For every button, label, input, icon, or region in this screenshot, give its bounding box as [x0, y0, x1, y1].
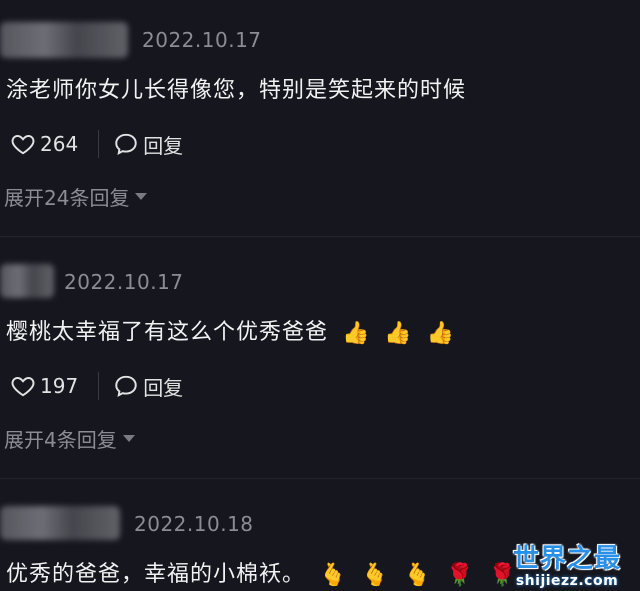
caret-down-icon — [135, 193, 148, 200]
watermark-title: 世界之最 — [512, 544, 621, 574]
like-count: 197 — [40, 374, 79, 398]
like-button[interactable]: 264 — [10, 131, 78, 157]
action-divider — [98, 372, 100, 400]
comment-header: 2022.10.17 — [0, 20, 640, 60]
reply-button[interactable]: 回复 — [113, 130, 183, 159]
site-watermark: 世界之最 shijiezz.com — [502, 538, 632, 589]
comment-actions: 264 回复 — [10, 124, 410, 164]
comment-text-body: 涂老师你女儿长得像您，特别是笑起来的时候 — [6, 78, 467, 103]
expand-replies-label: 展开4条回复 — [4, 428, 117, 452]
comment-timestamp: 2022.10.17 — [64, 270, 184, 294]
comment-text-body: 樱桃太幸福了有这么个优秀爸爸 — [6, 320, 329, 345]
speech-bubble-icon — [115, 133, 137, 155]
expand-replies-button[interactable]: 展开24条回复 — [4, 182, 148, 211]
avatar[interactable] — [0, 22, 128, 58]
comment-text: 樱桃太幸福了有这么个优秀爸爸 👍 👍 👍 — [6, 314, 455, 346]
heart-icon — [11, 377, 35, 397]
comment-feed: 2022.10.17 涂老师你女儿长得像您，特别是笑起来的时候 264 回复 展… — [0, 0, 640, 591]
comment-actions: 197 回复 — [10, 366, 410, 406]
finger-heart-icon: 🫰 — [403, 562, 433, 588]
thumbs-up-icon: 👍 — [426, 320, 456, 346]
speech-bubble-icon — [115, 375, 137, 397]
comment-text: 涂老师你女儿长得像您，特别是笑起来的时候 — [6, 72, 466, 104]
avatar[interactable] — [0, 264, 54, 298]
reply-label: 回复 — [143, 133, 184, 158]
watermark-url: shijiezz.com — [515, 573, 619, 589]
comment-text-body: 优秀的爸爸，幸福的小棉袄。 — [6, 562, 306, 587]
reply-button[interactable]: 回复 — [113, 372, 183, 401]
comment-header: 2022.10.17 — [0, 262, 640, 302]
comment-timestamp: 2022.10.18 — [134, 512, 254, 536]
comment-text: 优秀的爸爸，幸福的小棉袄。 🫰 🫰 🫰 🌹 🌹 — [6, 556, 517, 588]
rose-icon: 🌹 — [446, 562, 475, 588]
comment-timestamp: 2022.10.17 — [142, 28, 262, 52]
thumbs-up-icon: 👍 — [342, 320, 371, 346]
avatar[interactable] — [0, 506, 120, 540]
finger-heart-icon: 🫰 — [319, 562, 348, 588]
heart-icon — [11, 135, 35, 155]
action-divider — [98, 130, 100, 158]
reply-label: 回复 — [143, 375, 184, 400]
comment-divider — [0, 236, 640, 237]
caret-down-icon — [122, 435, 135, 442]
finger-heart-icon: 🫰 — [361, 562, 390, 588]
comment-divider — [0, 478, 640, 479]
expand-replies-button[interactable]: 展开4条回复 — [4, 424, 135, 453]
like-count: 264 — [40, 132, 79, 156]
expand-replies-label: 展开24条回复 — [4, 186, 130, 210]
like-button[interactable]: 197 — [10, 373, 78, 399]
thumbs-up-icon: 👍 — [384, 320, 413, 346]
